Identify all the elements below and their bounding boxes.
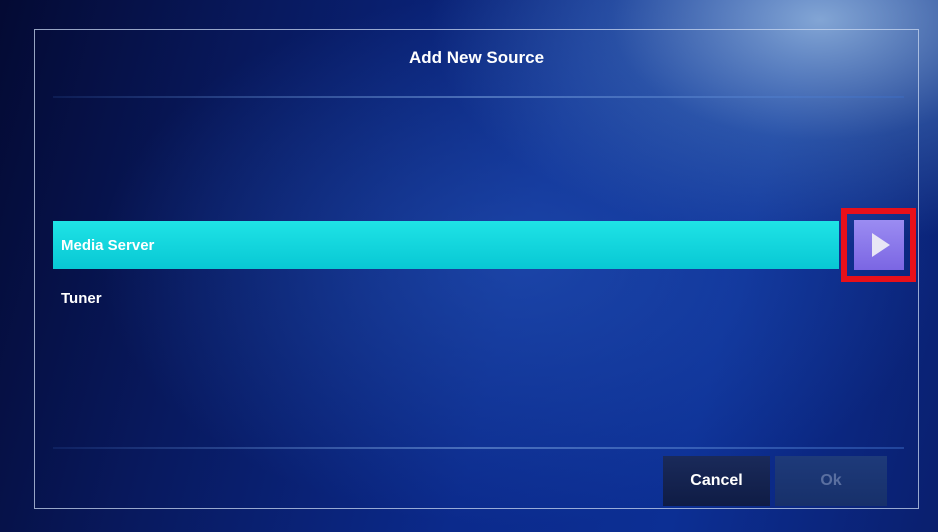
screen-background: Add New Source Media Server Tuner Cancel…	[0, 0, 938, 532]
open-source-button[interactable]	[853, 220, 904, 270]
list-item-label: Tuner	[61, 289, 102, 307]
footer-divider	[53, 447, 904, 449]
dialog-title: Add New Source	[408, 48, 545, 67]
ok-button[interactable]: Ok	[775, 456, 887, 506]
header-divider	[53, 96, 904, 98]
highlight-frame	[841, 208, 916, 282]
list-item-media-server[interactable]: Media Server	[53, 221, 839, 269]
play-arrow-icon	[871, 233, 890, 257]
cancel-button[interactable]: Cancel	[663, 456, 770, 506]
add-source-dialog: Add New Source Media Server Tuner Cancel…	[34, 29, 919, 509]
list-item-tuner[interactable]: Tuner	[53, 274, 839, 322]
list-item-label: Media Server	[61, 236, 155, 254]
